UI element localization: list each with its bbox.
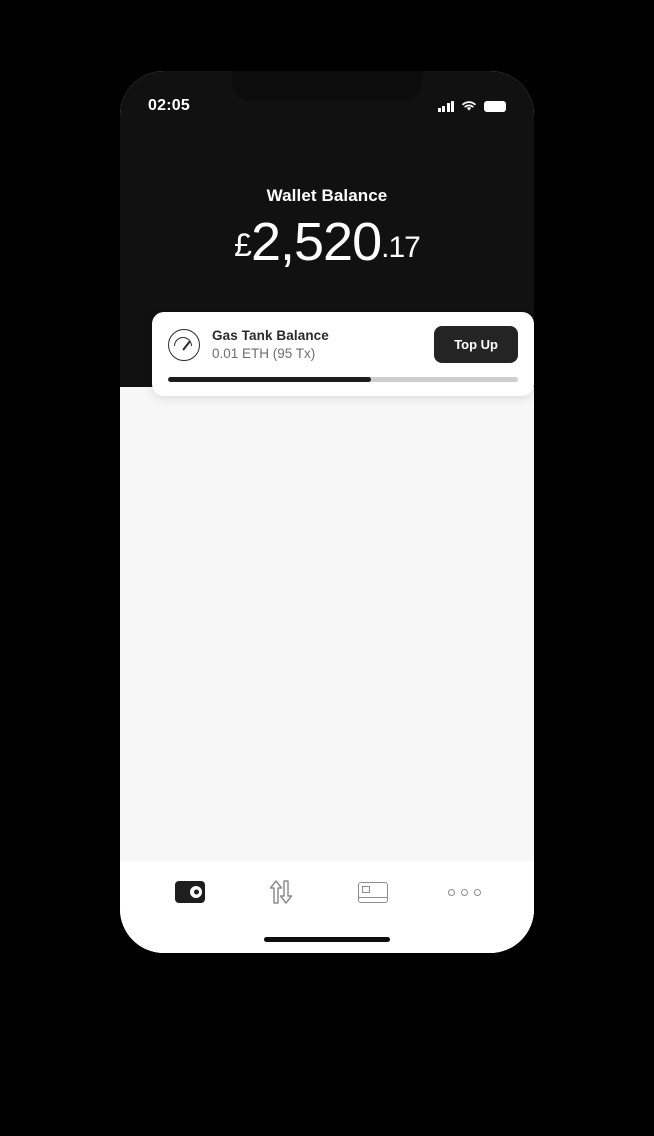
battery-icon bbox=[484, 100, 506, 112]
gauge-icon bbox=[168, 328, 200, 361]
screenshot-stage: 02:05 Wallet Balance £2,520.17 Gas Tank … bbox=[0, 0, 654, 1136]
transfer-arrows-icon bbox=[270, 880, 293, 904]
tab-list bbox=[120, 861, 534, 923]
wallet-balance-amount: £2,520.17 bbox=[120, 211, 534, 273]
gas-tank-title: Gas Tank Balance bbox=[212, 328, 329, 343]
wallet-icon bbox=[174, 881, 205, 903]
gas-tank-subtitle: 0.01 ETH (95 Tx) bbox=[212, 346, 316, 361]
currency-symbol: £ bbox=[234, 227, 252, 263]
phone-frame: 02:05 Wallet Balance £2,520.17 Gas Tank … bbox=[104, 57, 550, 967]
status-bar-icons bbox=[437, 100, 506, 112]
gas-tank-texts: Gas Tank Balance 0.01 ETH (95 Tx) bbox=[212, 328, 434, 361]
more-dots-icon bbox=[447, 888, 481, 896]
wifi-icon bbox=[462, 101, 476, 111]
top-up-button[interactable]: Top Up bbox=[434, 326, 518, 363]
page-title: Wallet Balance bbox=[266, 186, 388, 205]
home-indicator bbox=[264, 937, 390, 942]
tab-more[interactable] bbox=[419, 888, 511, 896]
bottom-tab-bar bbox=[120, 861, 534, 953]
gas-tank-card[interactable]: Gas Tank Balance 0.01 ETH (95 Tx) Top Up bbox=[152, 312, 534, 396]
balance-main: 2,520 bbox=[250, 212, 382, 272]
gas-tank-row: Gas Tank Balance 0.01 ETH (95 Tx) Top Up bbox=[168, 326, 518, 363]
card-icon bbox=[357, 881, 388, 903]
gas-tank-progress-bar bbox=[168, 377, 518, 382]
tab-card[interactable] bbox=[327, 881, 419, 903]
status-bar-time: 02:05 bbox=[148, 97, 190, 114]
signal-bars-icon bbox=[437, 100, 454, 112]
phone-notch bbox=[232, 71, 422, 101]
phone-screen: 02:05 Wallet Balance £2,520.17 Gas Tank … bbox=[120, 71, 534, 953]
balance-cents: .17 bbox=[381, 231, 421, 264]
gas-tank-progress-fill bbox=[168, 377, 371, 382]
tab-wallet[interactable] bbox=[144, 881, 236, 903]
tab-transactions[interactable] bbox=[236, 878, 328, 906]
